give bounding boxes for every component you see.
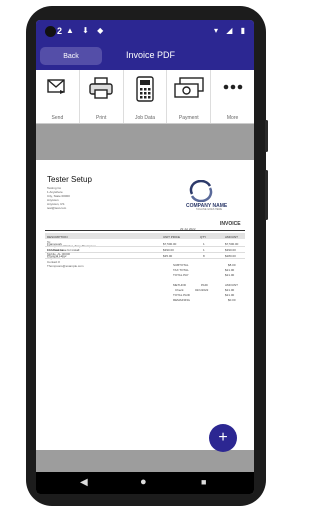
table-header-description: DESCRIPTION xyxy=(47,234,68,239)
cell-qty: 1 xyxy=(203,241,205,246)
cell-qty: 1 xyxy=(203,247,205,252)
cell-description: Framework xyxy=(47,241,63,246)
send-button[interactable]: Send xyxy=(36,70,80,123)
add-fab-button[interactable]: + xyxy=(209,424,237,452)
app-bar: Back Invoice PDF xyxy=(36,44,254,70)
status-time: 2 xyxy=(57,26,63,36)
payment-button[interactable]: Payment xyxy=(167,70,212,123)
remaining-value: $0.00 xyxy=(228,298,236,302)
table-header-qty: QTY xyxy=(200,234,207,239)
print-button[interactable]: Print xyxy=(80,70,124,123)
job-data-label: Job Data xyxy=(134,115,155,121)
line-items-table: DESCRIPTION UNIT PRICE QTY AMOUNT Framew… xyxy=(45,233,245,323)
front-camera xyxy=(45,26,56,37)
total-paid-label: TOTAL PAID xyxy=(173,293,190,297)
tax-label: TAX TOTAL xyxy=(173,268,189,272)
nav-home-icon[interactable]: ● xyxy=(140,476,147,488)
remaining-label: REMAINING xyxy=(173,298,191,302)
send-label: Send xyxy=(51,115,64,121)
payment-date: 02/1/2022 xyxy=(195,288,209,292)
job-data-button[interactable]: Job Data xyxy=(124,70,168,123)
plus-icon: + xyxy=(218,429,228,446)
payments-header-amount: AMOUNT xyxy=(225,283,238,287)
cell-unit-price: $7,500.00 xyxy=(163,241,177,246)
cell-unit-price: $390.00 xyxy=(163,247,174,252)
subtotal-value: $8.00 xyxy=(228,263,236,267)
total-label: TOTAL PAY xyxy=(173,273,189,277)
status-bar: 2 ▲ ⬇ ◆ ▾ ◢ ▮ xyxy=(36,20,254,44)
payment-method: Check xyxy=(175,288,184,292)
more-button[interactable]: More xyxy=(211,70,254,123)
status-notification-icons: ▲ ⬇ ◆ xyxy=(66,26,107,35)
nav-recent-icon[interactable]: ■ xyxy=(201,477,206,487)
payment-amount: $21.00 xyxy=(225,288,235,292)
nav-back-icon[interactable]: ◀ xyxy=(80,477,88,488)
company-address: Testing Co 1 Anywhere City, State 00000 … xyxy=(47,186,70,210)
header-divider xyxy=(45,230,245,231)
more-dots-icon xyxy=(223,84,242,90)
cell-qty: 8 xyxy=(203,253,205,258)
printer-icon xyxy=(89,77,113,99)
invoice-heading: INVOICE xyxy=(220,221,241,227)
total-paid-value: $21.00 xyxy=(225,293,235,297)
invoice-document[interactable]: Tester Setup Testing Co 1 Anywhere City,… xyxy=(36,160,254,450)
cell-amount: $7,500.00 xyxy=(225,241,239,246)
cell-amount: $390.00 xyxy=(225,247,236,252)
table-header-unit-price: UNIT PRICE xyxy=(163,234,180,239)
cell-unit-price: $35.00 xyxy=(163,253,173,258)
status-system-icons: ▾ ◢ ▮ xyxy=(213,26,248,35)
cell-description: Physical Labor xyxy=(47,253,67,258)
total-value: $21.00 xyxy=(225,273,235,277)
cell-amount: $280.00 xyxy=(225,253,236,258)
payments-header-paid: PAID xyxy=(201,283,208,287)
tax-value: $21.00 xyxy=(225,268,235,272)
screen: 2 ▲ ⬇ ◆ ▾ ◢ ▮ Back Invoice PDF Send Prin… xyxy=(36,20,254,494)
company-title: Tester Setup xyxy=(47,175,92,184)
back-button[interactable]: Back xyxy=(40,47,102,65)
more-label: More xyxy=(226,115,239,121)
banknotes-icon xyxy=(174,77,204,98)
calculator-icon xyxy=(136,76,154,102)
system-nav-bar: ◀ ● ■ xyxy=(36,472,254,494)
action-toolbar: Send Print Job Data Payment More xyxy=(36,70,254,124)
payment-label: Payment xyxy=(178,115,199,121)
company-logo-icon xyxy=(189,180,213,202)
print-label: Print xyxy=(96,115,107,121)
table-row: Physical Labor $35.00 8 $280.00 xyxy=(45,252,245,259)
subtotal-label: SUBTOTAL xyxy=(173,263,189,267)
power-button xyxy=(265,170,268,220)
volume-button xyxy=(265,120,268,152)
envelope-icon xyxy=(47,79,66,94)
cell-description: Concrete base for install xyxy=(47,247,80,252)
payments-header-method: METHOD xyxy=(173,283,186,287)
table-header: DESCRIPTION UNIT PRICE QTY AMOUNT xyxy=(45,233,245,239)
page-title: Invoice PDF xyxy=(126,50,176,60)
logo-tagline: TAGLINE GOES HERE xyxy=(196,208,223,211)
table-header-amount: AMOUNT xyxy=(225,234,238,239)
address-line: test@test.com xyxy=(47,206,67,210)
